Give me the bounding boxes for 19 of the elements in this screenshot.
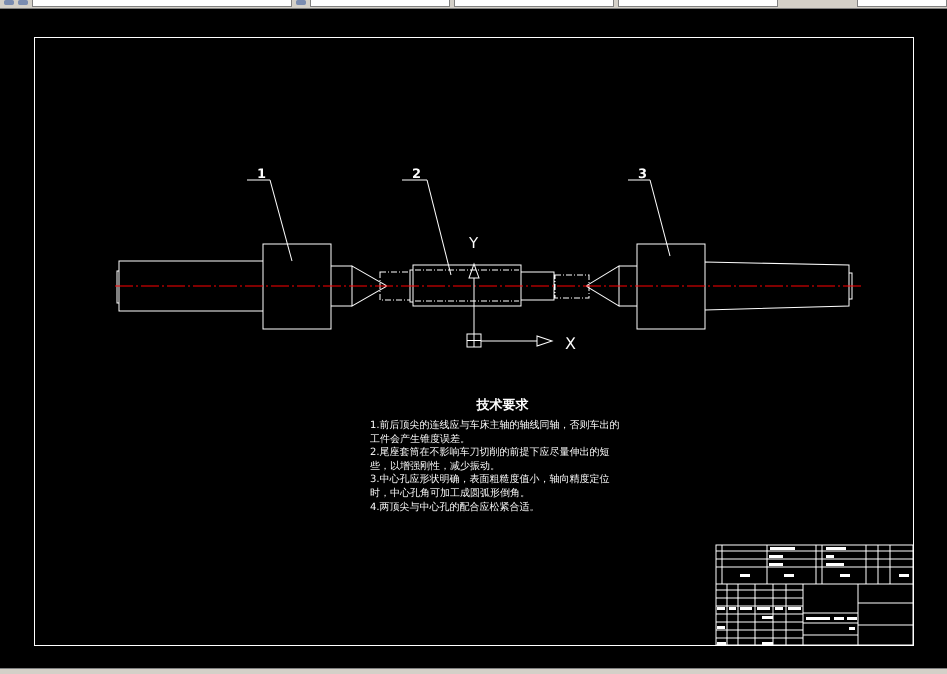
axis-label: Y: [469, 234, 478, 252]
requirement-text: 3.中心孔应形状明确，表面粗糙度值小，轴向精度定位: [370, 473, 611, 487]
color-dropdown[interactable]: [310, 0, 450, 7]
linetype-dropdown[interactable]: [454, 0, 614, 7]
plotstyle-dropdown[interactable]: [857, 0, 947, 7]
layer-dropdown[interactable]: [32, 0, 292, 7]
axis-label: X: [565, 334, 576, 353]
lineweight-dropdown[interactable]: [618, 0, 778, 7]
requirement-text: 1.前后顶尖的连线应与车床主轴的轴线同轴，否则车出的: [370, 419, 621, 433]
part-number: 1: [257, 167, 266, 182]
part-number: 3: [638, 167, 648, 182]
requirement-text: 工件会产生锥度误差。: [370, 432, 471, 446]
requirement-text: 时，中心孔角可加工成圆弧形倒角。: [370, 486, 531, 501]
requirement-text: 些，以增强刚性，减少振动。: [370, 460, 501, 474]
requirement-text: 4.两顶尖与中心孔的配合应松紧合适。: [370, 500, 541, 514]
notes-title: 技术要求: [475, 397, 530, 414]
requirement-text: 2.尾座套筒在不影响车刀切削的前提下应尽量伸出的短: [370, 446, 611, 460]
part-number: 2: [412, 167, 422, 182]
ucs-axes-icon: [466, 262, 554, 348]
